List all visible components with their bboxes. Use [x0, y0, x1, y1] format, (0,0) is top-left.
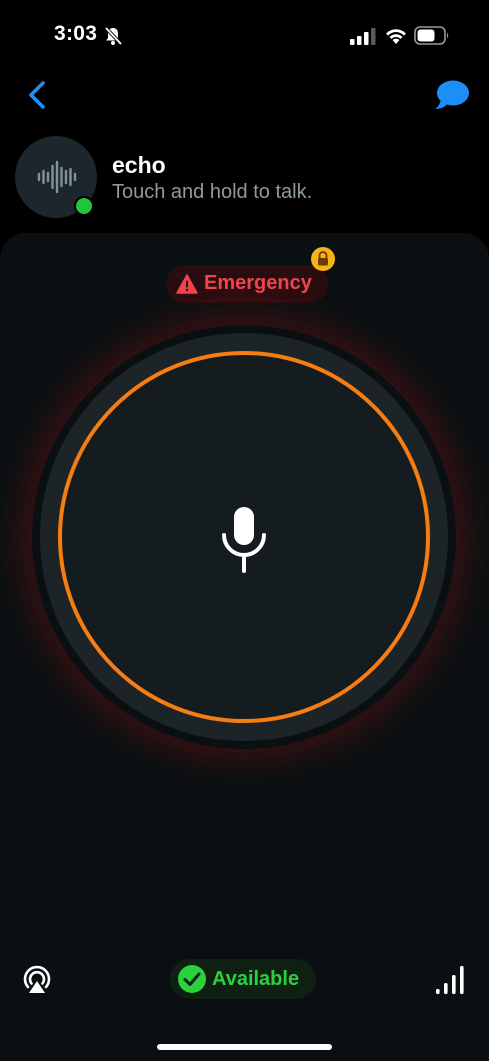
checkmark-circle-icon: [178, 965, 206, 993]
status-time: 3:03: [54, 22, 98, 45]
microphone-icon: [222, 507, 266, 573]
lock-badge: [311, 247, 335, 271]
signal-bars-icon: [436, 966, 464, 994]
speech-bubble-icon[interactable]: [432, 78, 472, 112]
battery-icon: [414, 26, 449, 45]
channel-title: echo: [112, 152, 166, 178]
availability-status[interactable]: Available: [170, 959, 316, 999]
presence-indicator: [74, 196, 94, 216]
cellular-signal-icon: [350, 28, 376, 45]
status-bar: 3:03: [0, 0, 489, 72]
emergency-button[interactable]: Emergency: [166, 265, 328, 303]
availability-label: Available: [212, 968, 300, 990]
warning-triangle-icon: [176, 274, 198, 294]
silent-bell-icon: [104, 26, 123, 46]
lock-icon: [318, 251, 328, 266]
channel-subtitle: Touch and hold to talk.: [112, 181, 313, 203]
emergency-label: Emergency: [204, 272, 312, 294]
walkie-talkie-screen: 3:03 echo Touch and hold to talk. Emerge…: [0, 0, 489, 1061]
wifi-icon: [386, 29, 406, 44]
chevron-left-icon[interactable]: [22, 78, 56, 112]
airplay-icon[interactable]: [20, 962, 54, 996]
home-indicator: [157, 1044, 332, 1050]
